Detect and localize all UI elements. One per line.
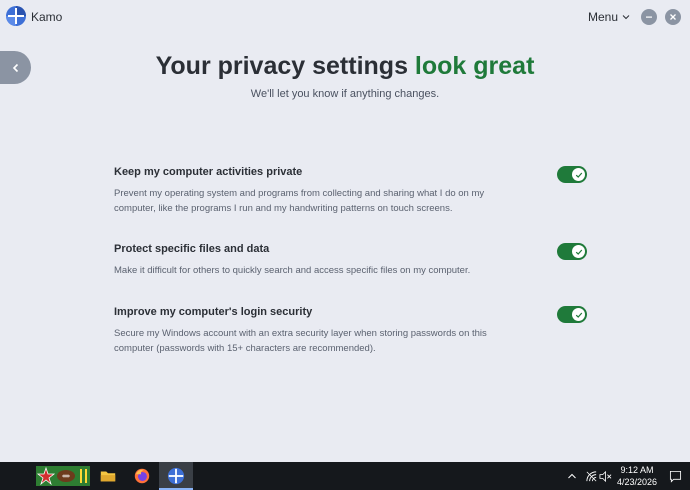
setting-activities-private: Keep my computer activities private Prev…: [114, 166, 594, 216]
toggle-protect-files[interactable]: [557, 243, 587, 260]
menu-button[interactable]: Menu: [588, 10, 630, 24]
check-icon: [575, 312, 582, 318]
app-name: Kamo: [31, 10, 63, 24]
chevron-up-icon[interactable]: [566, 469, 578, 483]
setting-description: Make it difficult for others to quickly …: [114, 265, 471, 276]
page-title: Your privacy settings look great: [0, 52, 690, 81]
setting-description: Secure my Windows account with an extra …: [114, 328, 487, 354]
close-button[interactable]: [665, 9, 681, 25]
toggle-login-security[interactable]: [557, 306, 587, 323]
toggle-activities-private[interactable]: [557, 166, 587, 183]
file-explorer-icon[interactable]: [98, 466, 118, 486]
setting-description: Prevent my operating system and programs…: [114, 188, 485, 214]
toggle-knob: [572, 308, 585, 321]
headline-accent: look great: [414, 52, 535, 80]
close-icon: [670, 14, 676, 20]
check-icon: [575, 172, 582, 178]
setting-title: Keep my computer activities private: [114, 166, 303, 178]
clock-time: 9:12 AM: [620, 465, 654, 475]
kamo-taskbar-logo-icon: [167, 467, 185, 485]
firefox-logo-icon: [134, 468, 150, 484]
setting-protect-files: Protect specific files and data Make it …: [114, 243, 594, 278]
toggle-knob: [572, 168, 585, 181]
game-icon[interactable]: [36, 466, 90, 486]
kamo-logo-icon: [6, 6, 26, 26]
headline-main: Your privacy settings: [155, 52, 415, 80]
volume-muted-icon[interactable]: [598, 469, 612, 483]
minimize-icon: [646, 16, 652, 18]
kamo-window: Kamo Menu Your privacy settings look gre…: [0, 0, 690, 462]
page-subtitle: We'll let you know if anything changes.: [250, 88, 440, 100]
check-icon: [575, 249, 582, 255]
setting-title: Improve my computer's login security: [114, 306, 313, 318]
setting-login-security: Improve my computer's login security Sec…: [114, 306, 594, 356]
minimize-button[interactable]: [641, 9, 657, 25]
taskbar: 9:12 AM 4/23/2026: [0, 462, 690, 490]
toggle-knob: [572, 245, 585, 258]
folder-icon: [100, 471, 116, 482]
game-art-icon: [36, 466, 90, 486]
chevron-down-icon: [622, 15, 630, 20]
network-icon[interactable]: [584, 469, 598, 483]
taskbar-clock[interactable]: 9:12 AM 4/23/2026: [612, 464, 662, 488]
menu-label: Menu: [588, 10, 619, 24]
kamo-icon[interactable]: [166, 466, 186, 486]
setting-title: Protect specific files and data: [114, 243, 270, 255]
notification-icon[interactable]: [668, 469, 682, 483]
firefox-icon[interactable]: [132, 466, 152, 486]
title-bar: Kamo Menu: [0, 0, 690, 34]
clock-date: 4/23/2026: [616, 477, 658, 487]
